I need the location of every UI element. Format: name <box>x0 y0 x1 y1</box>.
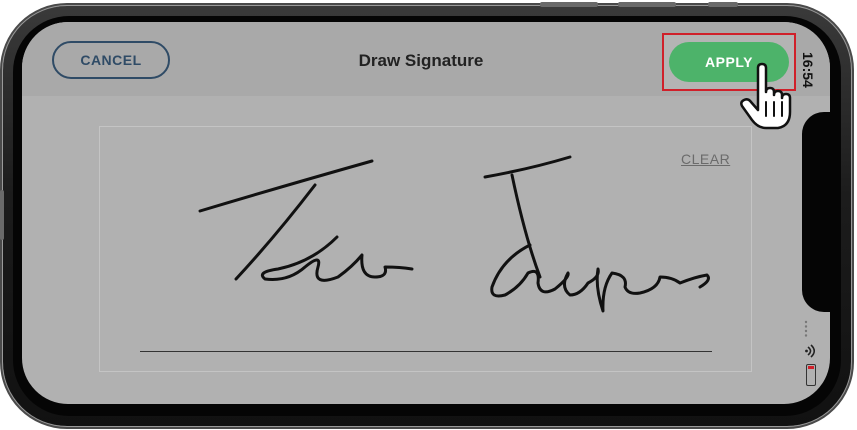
signature-drawing <box>198 155 710 313</box>
wifi-icon <box>805 344 816 358</box>
cancel-button[interactable]: CANCEL <box>52 41 170 79</box>
side-button <box>0 190 4 240</box>
hand-pointer-icon <box>740 62 792 130</box>
phone-screen: CANCEL Draw Signature APPLY 16:54 CLEAR <box>22 22 830 404</box>
page-title: Draw Signature <box>358 51 484 70</box>
battery-level <box>808 366 814 369</box>
battery-icon <box>806 364 816 386</box>
signature-pad[interactable]: CLEAR <box>99 126 752 372</box>
side-button <box>708 2 738 7</box>
stage: CANCEL Draw Signature APPLY 16:54 CLEAR <box>0 0 857 430</box>
side-button <box>618 2 676 7</box>
signal-dots-icon <box>804 320 808 337</box>
status-time: 16:54 <box>800 52 816 88</box>
side-button <box>540 2 598 7</box>
signature-baseline <box>140 351 712 352</box>
clear-button[interactable]: CLEAR <box>681 151 730 167</box>
camera-notch <box>802 112 830 312</box>
